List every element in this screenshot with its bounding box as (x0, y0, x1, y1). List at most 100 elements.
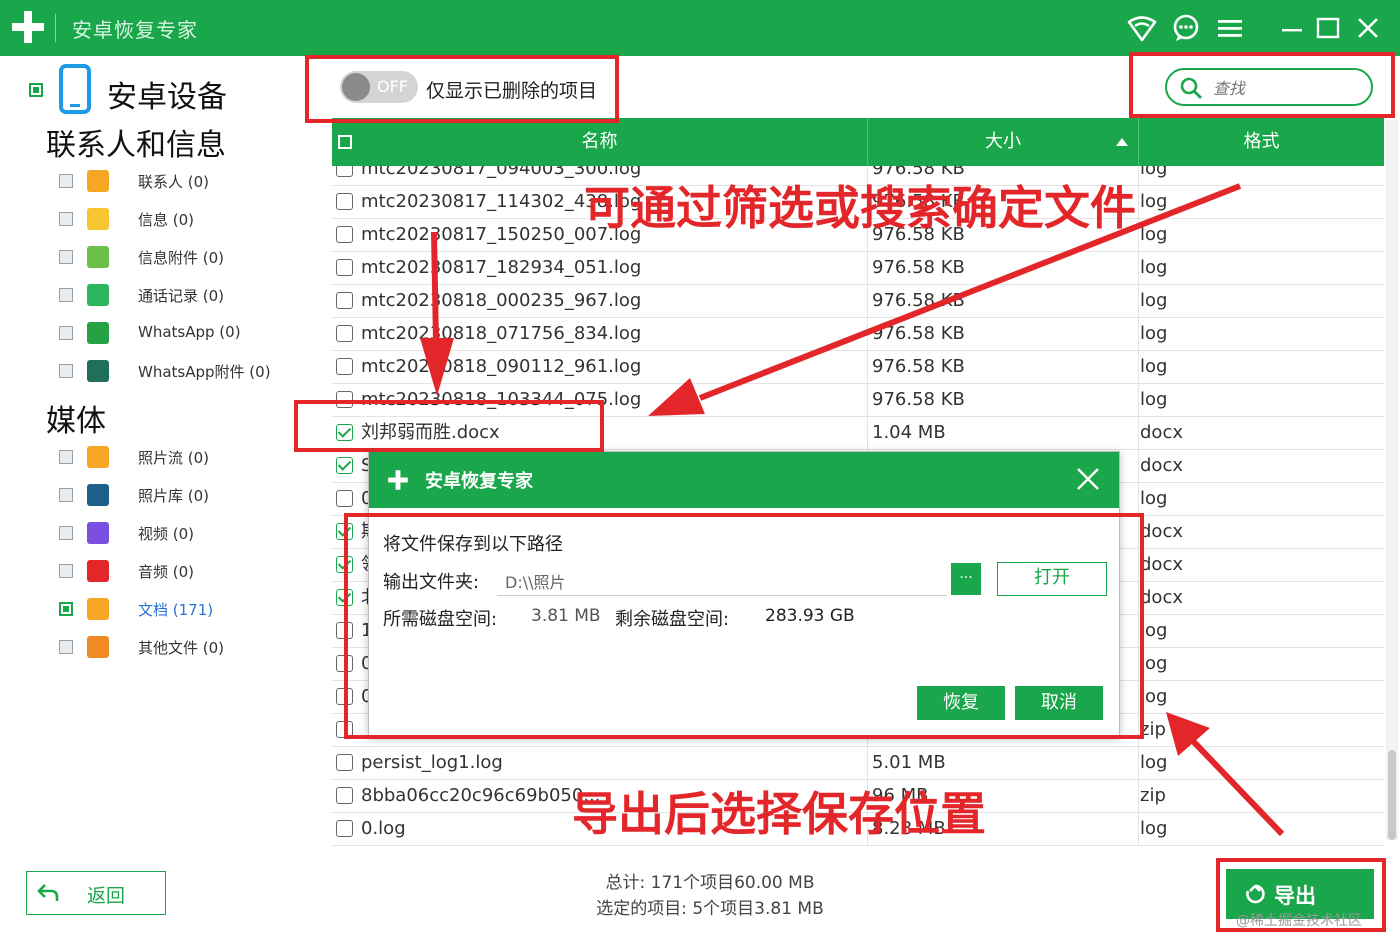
table-row[interactable]: mtc20230818_000235_967.log 976.58 KB log (332, 284, 1384, 318)
table-row[interactable]: mtc20230818_071756_834.log 976.58 KB log (332, 317, 1384, 351)
cell-name: mtc20230818_000235_967.log (361, 290, 642, 311)
row-checkbox[interactable] (336, 457, 353, 474)
column-format[interactable]: 格式 (1139, 118, 1384, 166)
sidebar-checkbox[interactable] (59, 450, 73, 464)
attachment-icon (87, 246, 109, 268)
sidebar-checkbox[interactable] (59, 326, 73, 340)
selected-file-highlight-box (294, 400, 604, 452)
device-title: 安卓设备 (107, 80, 227, 115)
row-checkbox[interactable] (336, 166, 353, 177)
cell-format: zip (1140, 719, 1166, 740)
chat-icon[interactable] (1170, 12, 1202, 44)
sidebar-checkbox[interactable] (59, 564, 73, 578)
row-checkbox[interactable] (336, 226, 353, 243)
back-label: 返回 (87, 885, 126, 907)
sidebar-item-label[interactable]: 信息 (0) (138, 209, 194, 230)
sidebar-item-label[interactable]: 信息附件 (0) (138, 247, 224, 268)
cell-name: mtc20230818_071756_834.log (361, 323, 642, 344)
cell-format: log (1140, 323, 1168, 344)
cell-size: 976.58 KB (872, 389, 965, 410)
device-checkbox[interactable] (29, 83, 43, 97)
table-row[interactable]: persist_log1.log 5.01 MB log (332, 746, 1384, 780)
cell-name: mtc20230818_090112_961.log (361, 356, 642, 377)
maximize-icon[interactable] (1312, 12, 1344, 44)
back-button[interactable]: 返回 (26, 871, 166, 915)
phone-device-icon (59, 64, 91, 114)
cell-format: log (1140, 686, 1168, 707)
sidebar-item-label[interactable]: 音频 (0) (138, 561, 194, 582)
sidebar-checkbox[interactable] (59, 526, 73, 540)
whatsapp-attachment-icon (87, 360, 109, 382)
cell-size: 976.58 KB (872, 356, 965, 377)
cell-format: docx (1140, 587, 1183, 608)
sidebar-item-label[interactable]: 通话记录 (0) (138, 285, 224, 306)
row-checkbox[interactable] (336, 292, 353, 309)
sidebar-checkbox[interactable] (59, 288, 73, 302)
sidebar-item-label[interactable]: WhatsApp (0) (138, 323, 241, 341)
sidebar-item-label[interactable]: 联系人 (0) (138, 171, 209, 192)
cell-format: log (1140, 191, 1168, 212)
cell-format: log (1140, 290, 1168, 311)
other-file-icon (87, 636, 109, 658)
minimize-icon[interactable] (1276, 12, 1308, 44)
close-icon[interactable] (1352, 12, 1384, 44)
column-name[interactable]: 名称 (332, 118, 867, 166)
annotation-filter-search: 可通过筛选或搜索确定文件 (584, 181, 1136, 235)
row-checkbox[interactable] (336, 490, 353, 507)
row-checkbox[interactable] (336, 754, 353, 771)
sidebar-checkbox[interactable] (59, 212, 73, 226)
row-checkbox[interactable] (336, 358, 353, 375)
title-separator (55, 14, 56, 42)
cell-format: log (1140, 653, 1168, 674)
sidebar-checkbox[interactable] (59, 602, 73, 616)
sidebar-checkbox[interactable] (59, 250, 73, 264)
selected-summary: 选定的项目: 5个项目3.81 MB (596, 899, 824, 919)
table-row[interactable]: mtc20230817_182934_051.log 976.58 KB log (332, 251, 1384, 285)
sidebar-checkbox[interactable] (59, 640, 73, 654)
scrollbar-thumb[interactable] (1388, 750, 1396, 840)
wifi-icon[interactable] (1126, 12, 1158, 44)
sidebar-checkbox[interactable] (59, 364, 73, 378)
sidebar-item-label[interactable]: 照片库 (0) (138, 485, 209, 506)
contact-icon (87, 170, 109, 192)
sidebar-checkbox[interactable] (59, 174, 73, 188)
table-header: 名称 大小 格式 (332, 118, 1384, 166)
sidebar-item-label[interactable]: 其他文件 (0) (138, 637, 224, 658)
photostream-icon (87, 446, 109, 468)
cell-size: 5.01 MB (872, 752, 946, 773)
cell-format: log (1140, 620, 1168, 641)
cell-size: 1.04 MB (872, 422, 946, 443)
table-scrollbar[interactable] (1386, 120, 1398, 840)
phone-icon (87, 284, 109, 306)
sidebar-item-label[interactable]: 视频 (0) (138, 523, 194, 544)
sidebar-item-label[interactable]: 文档 (171) (138, 599, 213, 620)
sidebar-item-label[interactable]: WhatsApp附件 (0) (138, 361, 271, 382)
annotation-export-location: 导出后选择保存位置 (572, 787, 986, 841)
row-checkbox[interactable] (336, 820, 353, 837)
cell-format: log (1140, 166, 1168, 179)
row-checkbox[interactable] (336, 193, 353, 210)
dialog-title: 安卓恢复专家 (425, 471, 533, 492)
column-size[interactable]: 大小 (868, 118, 1138, 166)
table-row[interactable]: mtc20230818_090112_961.log 976.58 KB log (332, 350, 1384, 384)
row-checkbox[interactable] (336, 787, 353, 804)
sidebar-item-label[interactable]: 照片流 (0) (138, 447, 209, 468)
sidebar-checkbox[interactable] (59, 488, 73, 502)
row-checkbox[interactable] (336, 325, 353, 342)
message-icon (87, 208, 109, 230)
cell-size: 976.58 KB (872, 323, 965, 344)
total-summary: 总计: 171个项目60.00 MB (605, 873, 815, 893)
cell-format: log (1140, 356, 1168, 377)
cell-name: persist_log1.log (361, 752, 503, 773)
whatsapp-icon (87, 322, 109, 344)
back-arrow-icon (37, 884, 59, 901)
media-section-title: 媒体 (46, 404, 106, 439)
cell-name: mtc20230817_182934_051.log (361, 257, 642, 278)
menu-icon[interactable] (1214, 12, 1246, 44)
cell-size: 976.58 KB (872, 290, 965, 311)
watermark: @稀土掘金技术社区 (1236, 913, 1362, 929)
app-title: 安卓恢复专家 (72, 18, 198, 42)
dialog-close-icon[interactable] (1075, 466, 1101, 492)
cell-format: docx (1140, 455, 1183, 476)
row-checkbox[interactable] (336, 259, 353, 276)
